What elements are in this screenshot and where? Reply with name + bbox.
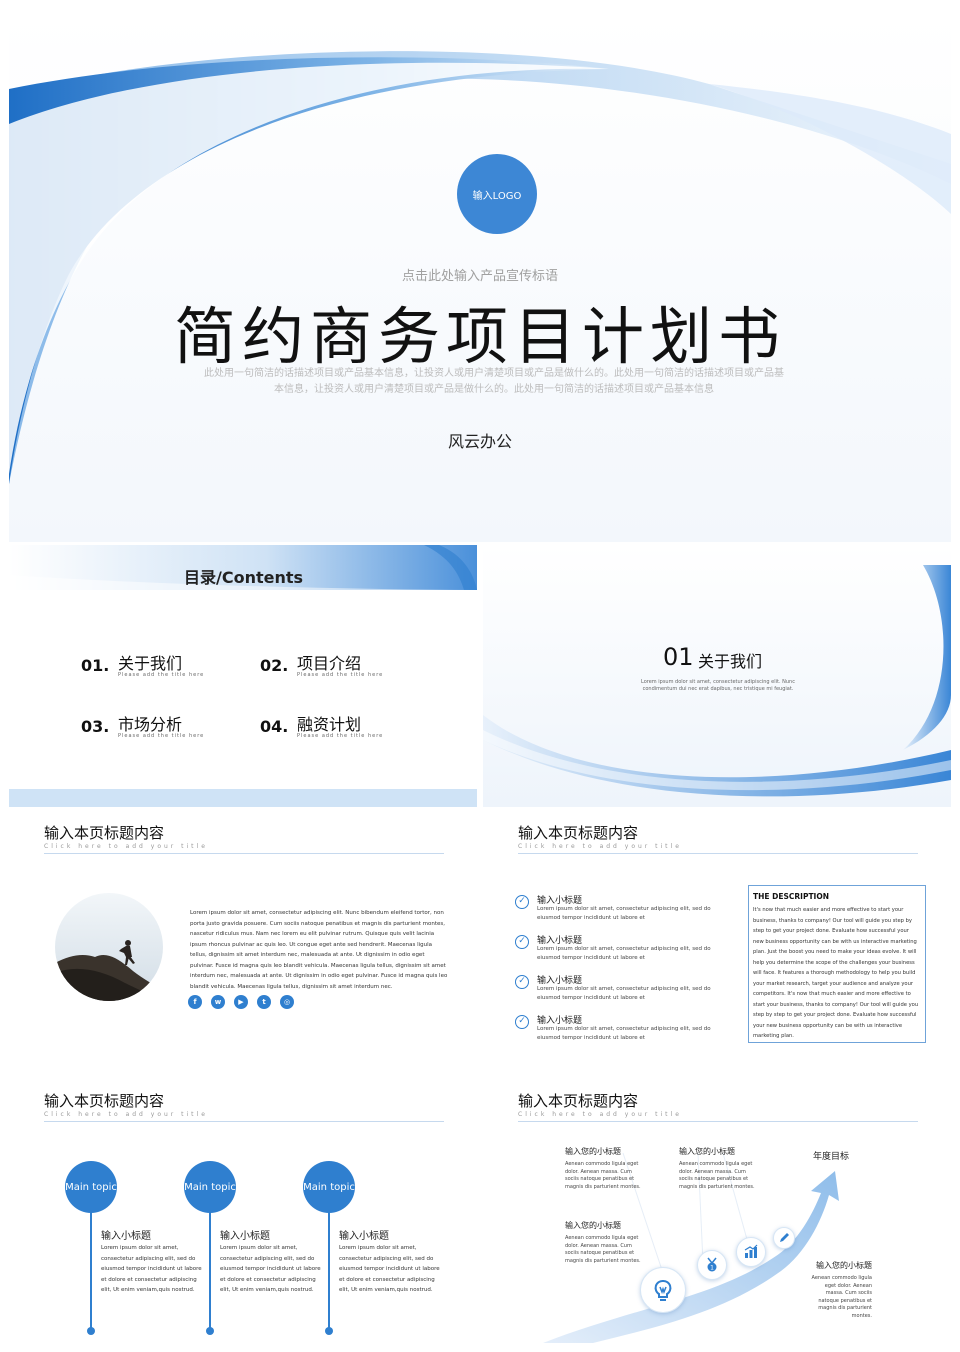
- topic-dot: [87, 1327, 95, 1335]
- topics-slide: 输入本页标题内容 Click here to add your title Ma…: [9, 1083, 477, 1343]
- bottom-band: [9, 789, 477, 807]
- header-divider: [44, 1121, 444, 1122]
- slide-subtitle: Click here to add your title: [518, 843, 682, 850]
- growth-block-text: Aenean commodo ligula eget dolor. Aenean…: [679, 1161, 755, 1190]
- twitter-icon[interactable]: t: [257, 995, 271, 1009]
- item-label: 市场分析: [118, 715, 183, 734]
- page-title: 简约商务项目计划书: [173, 300, 786, 373]
- topic-title: 输入小标题: [101, 1231, 151, 1242]
- check-icon: ✓: [515, 935, 529, 949]
- description-box: THE DESCRIPTION It's now that much easie…: [748, 885, 926, 1043]
- description-title: THE DESCRIPTION: [753, 892, 830, 901]
- contents-slide: 目录/Contents 01. 关于我们 Please add the titl…: [9, 545, 477, 807]
- item-number: 03.: [81, 717, 110, 736]
- growth-arrow: [543, 1152, 839, 1343]
- section-description: Lorem ipsum dolor sit amet, consectetur …: [641, 679, 795, 692]
- slide-title: 输入本页标题内容: [44, 824, 165, 842]
- topic-circle[interactable]: Main topic: [65, 1161, 117, 1213]
- topic-line: [328, 1211, 330, 1331]
- item-subtitle: Please add the title here: [297, 672, 384, 678]
- growth-block-title: 输入您的小标题: [565, 1221, 621, 1230]
- check-icon: ✓: [515, 975, 529, 989]
- topic-dot: [325, 1327, 333, 1335]
- item-number: 02.: [260, 656, 289, 675]
- pencil-icon: [773, 1227, 795, 1249]
- photo-slide: 输入本页标题内容 Click here to add your title Lo…: [9, 815, 477, 1065]
- growth-block-title: 输入您的小标题: [816, 1261, 872, 1270]
- list-item-text: Lorem ipsum dolor sit amet, consectetur …: [537, 906, 711, 921]
- topic-title: 输入小标题: [220, 1231, 270, 1242]
- body-paragraph: Lorem ipsum dolor sit amet, consectetur …: [190, 910, 448, 990]
- annual-goal-label: 年度目标: [813, 1152, 850, 1162]
- header-divider: [44, 853, 444, 854]
- lightbulb-icon: [640, 1267, 686, 1313]
- cover-slide: 输入LOGO 点击此处输入产品宣传标语 简约商务项目计划书 此处用一句简洁的话描…: [9, 14, 951, 542]
- growth-block-text: Aenean commodo ligula eget dolor. Aenean…: [811, 1275, 872, 1319]
- header-divider: [518, 853, 918, 854]
- section-label: 关于我们: [698, 652, 763, 671]
- bar-chart-icon: [736, 1237, 766, 1267]
- growth-slide: 输入本页标题内容 Click here to add your title 输入…: [483, 1083, 951, 1343]
- youtube-icon[interactable]: ▶: [234, 995, 248, 1009]
- item-subtitle: Please add the title here: [297, 733, 384, 739]
- slide-subtitle: Click here to add your title: [44, 1111, 208, 1118]
- topic-circle[interactable]: Main topic: [303, 1161, 355, 1213]
- cover-description: 此处用一句简洁的话描述项目或产品基本信息，让投资人或用户清楚项目或产品是做什么的…: [204, 368, 784, 395]
- contents-title: 目录/Contents: [184, 568, 304, 587]
- logo-placeholder[interactable]: 输入LOGO: [457, 154, 537, 234]
- list-item-text: Lorem ipsum dolor sit amet, consectetur …: [537, 946, 711, 961]
- company-name: 风云办公: [447, 432, 512, 451]
- item-label: 项目介绍: [297, 654, 362, 673]
- slide-title: 输入本页标题内容: [518, 824, 639, 842]
- growth-block-title: 输入您的小标题: [565, 1147, 621, 1156]
- list-item-text: Lorem ipsum dolor sit amet, consectetur …: [537, 986, 711, 1001]
- slide-title: 输入本页标题内容: [44, 1092, 165, 1110]
- topic-text: Lorem ipsum dolor sit amet, consectetur …: [339, 1245, 440, 1293]
- facebook-icon[interactable]: f: [188, 995, 202, 1009]
- growth-block: 输入您的小标题 Aenean commodo ligula eget dolor…: [565, 1220, 645, 1265]
- svg-text:1: 1: [710, 1265, 714, 1272]
- list-slide: 输入本页标题内容 Click here to add your title ✓ …: [483, 815, 951, 1065]
- growth-block: 输入您的小标题 Aenean commodo ligula eget dolor…: [565, 1146, 645, 1191]
- item-label: 融资计划: [297, 715, 362, 734]
- item-number: 04.: [260, 717, 289, 736]
- whatsapp-icon[interactable]: w: [211, 995, 225, 1009]
- growth-block: 输入您的小标题 Aenean commodo ligula eget dolor…: [679, 1146, 759, 1191]
- topic-circle[interactable]: Main topic: [184, 1161, 236, 1213]
- growth-block-text: Aenean commodo ligula eget dolor. Aenean…: [565, 1161, 641, 1190]
- growth-block-title: 输入您的小标题: [679, 1147, 735, 1156]
- topic-line: [90, 1211, 92, 1331]
- item-subtitle: Please add the title here: [118, 672, 205, 678]
- slogan: 点击此处输入产品宣传标语: [401, 269, 558, 284]
- section-number: 01: [663, 643, 694, 671]
- check-icon: ✓: [515, 895, 529, 909]
- growth-block: 输入您的小标题 Aenean commodo ligula eget dolor…: [810, 1260, 872, 1320]
- topic-dot: [206, 1327, 214, 1335]
- section-wave-decoration: [483, 545, 951, 807]
- section-slide: 01 关于我们 Lorem ipsum dolor sit amet, cons…: [483, 545, 951, 807]
- social-links: f w ▶ t ◎: [188, 995, 294, 1009]
- growth-block-text: Aenean commodo ligula eget dolor. Aenean…: [565, 1235, 641, 1264]
- topic-title: 输入小标题: [339, 1231, 389, 1242]
- topic-line: [209, 1211, 211, 1331]
- item-label: 关于我们: [118, 654, 183, 673]
- medal-icon: 1: [697, 1250, 727, 1280]
- item-subtitle: Please add the title here: [118, 733, 205, 739]
- item-number: 01.: [81, 656, 110, 675]
- instagram-icon[interactable]: ◎: [280, 995, 294, 1009]
- topic-item: Main topic 输入小标题 Lorem ipsum dolor sit a…: [303, 1161, 443, 1335]
- list-item-text: Lorem ipsum dolor sit amet, consectetur …: [537, 1026, 711, 1041]
- hiker-photo: [55, 893, 163, 1001]
- description-text: It's now that much easier and more effec…: [753, 907, 919, 1039]
- check-icon: ✓: [515, 1015, 529, 1029]
- slide-subtitle: Click here to add your title: [44, 843, 208, 850]
